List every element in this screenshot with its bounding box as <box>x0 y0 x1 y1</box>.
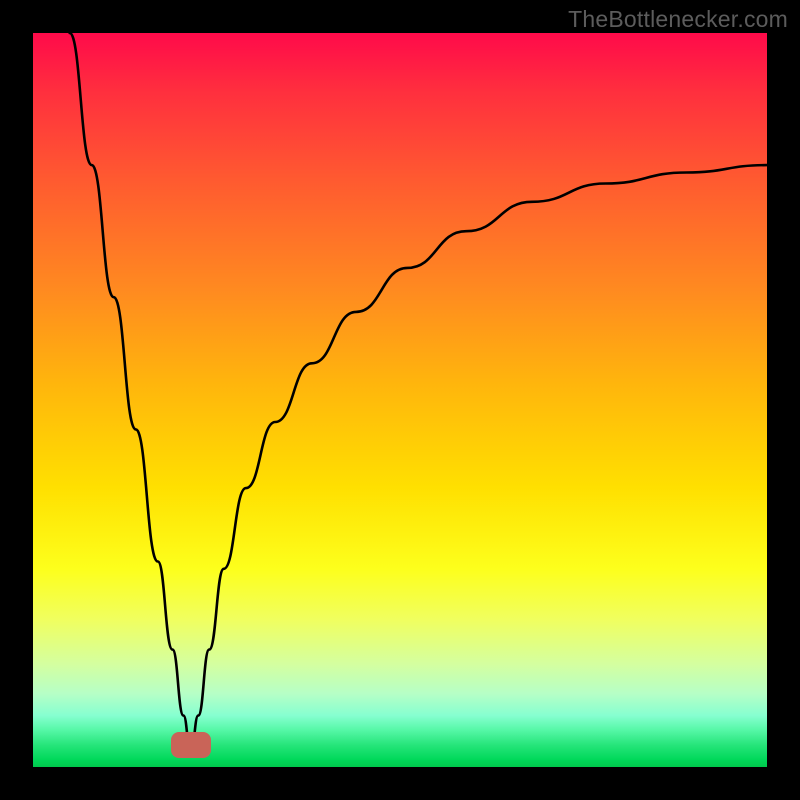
chart-frame: TheBottlenecker.com <box>0 0 800 800</box>
plot-area <box>33 33 767 767</box>
watermark-text: TheBottlenecker.com <box>568 6 788 33</box>
curve-layer <box>33 33 767 767</box>
min-marker <box>171 732 211 758</box>
bottleneck-curve <box>70 33 767 752</box>
